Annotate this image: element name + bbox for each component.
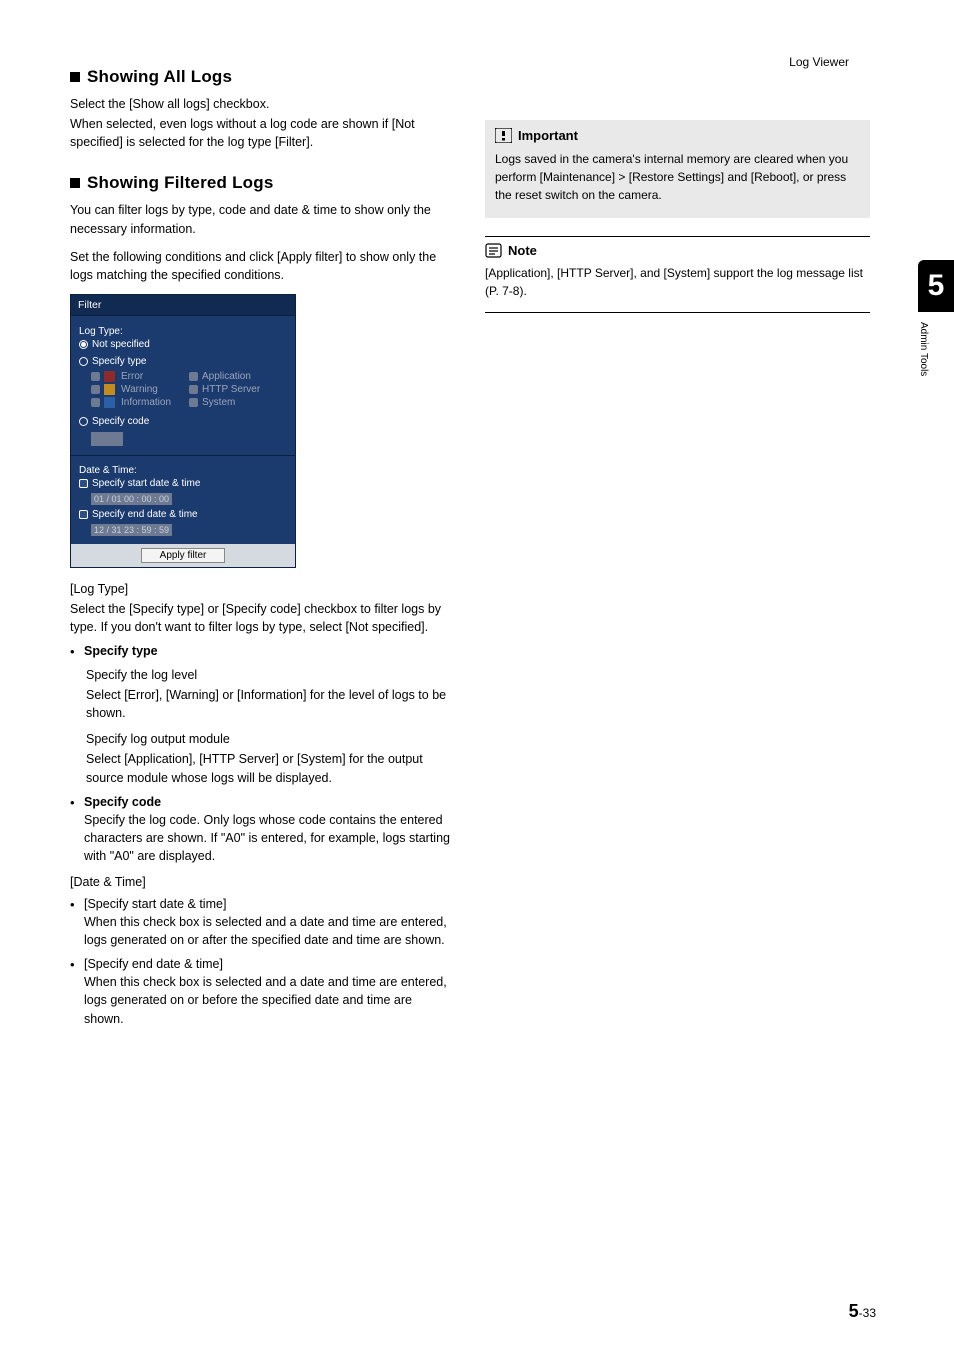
important-icon [495, 128, 512, 143]
important-callout: Important Logs saved in the camera's int… [485, 120, 870, 218]
error-icon [104, 371, 115, 382]
check-system[interactable] [189, 398, 198, 407]
p-all-1: Select the [Show all logs] checkbox. [70, 95, 450, 113]
spec-code-body: Specify the log code. Only logs whose co… [84, 811, 450, 865]
warning-icon [104, 384, 115, 395]
radio-not-specified[interactable] [79, 340, 88, 349]
info-icon [104, 397, 115, 408]
log-type-body: Select the [Specify type] or [Specify co… [70, 600, 450, 636]
start-date-input[interactable]: 01 / 01 00 : 00 : 00 [91, 493, 172, 505]
side-chapter-label: Admin Tools [918, 312, 941, 376]
opt-specify-type: Specify type [92, 356, 146, 367]
mod-http: HTTP Server [202, 384, 260, 395]
spec-level-head: Specify the log level [86, 668, 450, 682]
page-number: 5-33 [849, 1301, 876, 1322]
dt-start-label: Specify start date & time [92, 478, 200, 489]
note-title: Note [508, 243, 537, 258]
filter-panel: Filter Log Type: Not specified Specify t… [70, 294, 296, 568]
check-information[interactable] [91, 398, 100, 407]
heading-showing-filtered-logs: Showing Filtered Logs [70, 173, 450, 193]
filter-panel-title: Filter [71, 295, 295, 316]
lvl-warning: Warning [121, 384, 158, 395]
note-callout: Note [Application], [HTTP Server], and [… [485, 236, 870, 313]
check-end-date[interactable] [79, 510, 88, 519]
end-date-body: When this check box is selected and a da… [84, 973, 450, 1027]
code-input[interactable] [91, 432, 123, 446]
p-filt-2: Set the following conditions and click [… [70, 248, 450, 284]
check-application[interactable] [189, 372, 198, 381]
check-start-date[interactable] [79, 479, 88, 488]
note-icon [485, 243, 502, 258]
check-http-server[interactable] [189, 385, 198, 394]
bullet-start-date: [Specify start date & time] [84, 897, 450, 911]
start-date-body: When this check box is selected and a da… [84, 913, 450, 949]
date-time-head: [Date & Time] [70, 875, 450, 889]
opt-specify-code: Specify code [92, 416, 149, 427]
date-time-label: Date & Time: [79, 465, 287, 476]
spec-module-head: Specify log output module [86, 732, 450, 746]
log-type-head: [Log Type] [70, 582, 450, 596]
page-suffix: -33 [859, 1306, 876, 1320]
side-chapter-number: 5 [918, 260, 954, 312]
opt-not-specified: Not specified [92, 339, 150, 350]
check-error[interactable] [91, 372, 100, 381]
note-body: [Application], [HTTP Server], and [Syste… [485, 261, 870, 306]
bullet-specify-code: Specify code [84, 795, 450, 809]
radio-specify-code[interactable] [79, 417, 88, 426]
important-body: Logs saved in the camera's internal memo… [495, 147, 860, 210]
side-tab: 5 Admin Tools [918, 260, 954, 376]
mod-app: Application [202, 371, 251, 382]
check-warning[interactable] [91, 385, 100, 394]
lvl-information: Information [121, 397, 171, 408]
end-date-input[interactable]: 12 / 31 23 : 59 : 59 [91, 524, 172, 536]
radio-specify-type[interactable] [79, 357, 88, 366]
page-chapter: 5 [849, 1301, 859, 1321]
dt-end-label: Specify end date & time [92, 509, 198, 520]
bullet-end-date: [Specify end date & time] [84, 957, 450, 971]
spec-level-body: Select [Error], [Warning] or [Informatio… [86, 686, 450, 722]
bullet-specify-type: Specify type [84, 644, 450, 658]
p-filt-1: You can filter logs by type, code and da… [70, 201, 450, 237]
mod-sys: System [202, 397, 235, 408]
p-all-2: When selected, even logs without a log c… [70, 115, 450, 151]
apply-filter-button[interactable]: Apply filter [141, 548, 226, 563]
lvl-error: Error [121, 371, 143, 382]
important-title: Important [518, 128, 578, 143]
spec-module-body: Select [Application], [HTTP Server] or [… [86, 750, 450, 786]
log-type-label: Log Type: [79, 326, 287, 337]
heading-showing-all-logs: Showing All Logs [70, 67, 450, 87]
